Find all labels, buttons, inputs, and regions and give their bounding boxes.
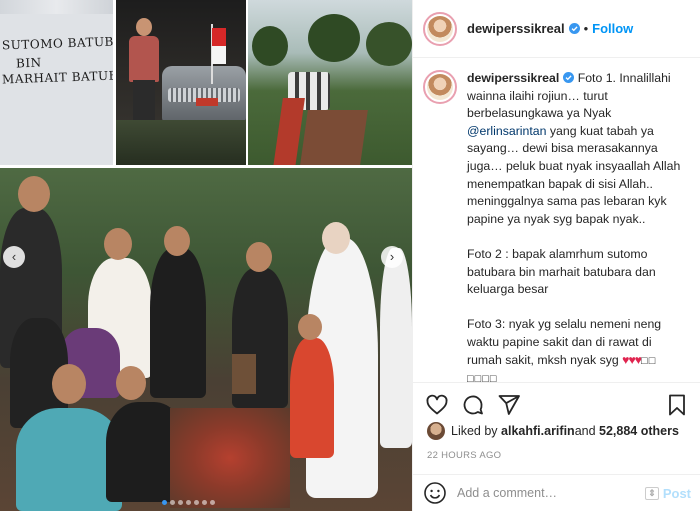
carousel-dot bbox=[210, 500, 215, 505]
comment-bar: ⇕ Post bbox=[413, 474, 700, 511]
avatar[interactable] bbox=[423, 11, 457, 46]
dirt-path-shape bbox=[300, 110, 368, 165]
post-media-carousel[interactable]: SUTOMO BATUBARA BIN MARHAIT BATUBARA ‹ › bbox=[0, 0, 412, 511]
mention-link[interactable]: @erlinsarintan bbox=[467, 124, 546, 138]
tree-shape bbox=[252, 26, 288, 66]
person-head-shape bbox=[246, 242, 272, 272]
verified-badge-icon bbox=[568, 23, 580, 34]
caption-username[interactable]: dewiperssikreal bbox=[467, 71, 559, 85]
comment-input[interactable] bbox=[457, 486, 646, 500]
emoji-icon[interactable] bbox=[423, 481, 447, 505]
flag-white-stripe bbox=[212, 46, 226, 64]
caption-text: dewiperssikreal Foto 1. Innalillahi wain… bbox=[467, 70, 689, 384]
heart-icon[interactable] bbox=[425, 393, 449, 417]
post-header: dewiperssikreal • Follow bbox=[413, 0, 700, 58]
handwritten-line: BIN bbox=[15, 55, 42, 71]
header-username[interactable]: dewiperssikreal bbox=[467, 21, 565, 36]
license-plate-shape bbox=[196, 98, 218, 106]
man-with-car-photo bbox=[116, 0, 246, 165]
handwritten-line: SUTOMO BATUBARA bbox=[1, 33, 113, 53]
foreground-plants bbox=[116, 120, 246, 165]
caption-foto1-body: yang kuat tabah ya sayang… dewi bisa mer… bbox=[467, 123, 681, 226]
flag-red-stripe bbox=[212, 28, 226, 46]
verified-badge-icon bbox=[563, 72, 575, 83]
header-separator: • bbox=[583, 21, 589, 36]
cemetery-photo bbox=[248, 0, 412, 165]
person-head-shape bbox=[18, 176, 50, 212]
likes-count-link[interactable]: 52,884 others bbox=[599, 424, 679, 438]
carousel-dot bbox=[162, 500, 167, 505]
person-shape bbox=[150, 248, 206, 398]
hearts-emoji: ♥♥♥ bbox=[622, 352, 642, 367]
person-head-shape bbox=[52, 364, 86, 404]
person-shape bbox=[380, 248, 412, 448]
share-icon[interactable] bbox=[497, 393, 521, 417]
avatar[interactable] bbox=[427, 422, 445, 440]
liked-by-user-link[interactable]: alkahfi.arifin bbox=[501, 424, 575, 438]
comment-icon[interactable] bbox=[461, 393, 485, 417]
follow-button[interactable]: Follow bbox=[592, 21, 633, 36]
post-action-bar bbox=[413, 382, 700, 426]
carousel-dot bbox=[194, 500, 199, 505]
post-caption: dewiperssikreal Foto 1. Innalillahi wain… bbox=[413, 58, 700, 384]
post-button-label: Post bbox=[662, 485, 691, 501]
person-shape bbox=[290, 338, 334, 458]
post-timestamp[interactable]: 22 HOURS AGO bbox=[427, 450, 501, 461]
person-head-shape bbox=[116, 366, 146, 400]
man-figure bbox=[126, 18, 162, 128]
person-head-shape bbox=[164, 226, 190, 256]
person-head-shape bbox=[104, 228, 132, 260]
post-side-panel: dewiperssikreal • Follow dewiperssikreal… bbox=[412, 0, 700, 511]
carousel-dot bbox=[170, 500, 175, 505]
scroll-handle-icon[interactable]: ⇕ bbox=[645, 486, 659, 500]
bookmark-icon[interactable] bbox=[665, 393, 689, 417]
fresh-grave-soil-shape bbox=[170, 408, 290, 508]
carousel-prev-button[interactable]: ‹ bbox=[3, 246, 25, 268]
tree-shape bbox=[366, 22, 412, 66]
flower-covered-grave-shape bbox=[273, 98, 305, 165]
carousel-dot bbox=[186, 500, 191, 505]
tree-shape bbox=[308, 14, 360, 62]
likes-prefix: Liked by bbox=[451, 424, 498, 438]
likes-summary: Liked by alkahfi.arifin and 52,884 other… bbox=[427, 422, 679, 440]
handwritten-note-photo: SUTOMO BATUBARA BIN MARHAIT BATUBARA bbox=[0, 0, 113, 165]
grave-marker-shape bbox=[232, 354, 256, 394]
carousel-dot bbox=[178, 500, 183, 505]
likes-middle: and bbox=[574, 424, 596, 438]
person-head-shape bbox=[298, 314, 322, 340]
carousel-indicator-dots bbox=[162, 500, 215, 505]
caption-foto2: Foto 2 : bapak alamrhum sutomo batubara … bbox=[467, 246, 656, 297]
avatar[interactable] bbox=[423, 70, 457, 104]
carousel-dot bbox=[202, 500, 207, 505]
carousel-next-button[interactable]: › bbox=[381, 246, 403, 268]
post-comment-button[interactable]: ⇕ Post bbox=[645, 486, 691, 501]
person-head-shape bbox=[322, 222, 350, 254]
family-group-photo: ‹ › bbox=[0, 168, 412, 511]
